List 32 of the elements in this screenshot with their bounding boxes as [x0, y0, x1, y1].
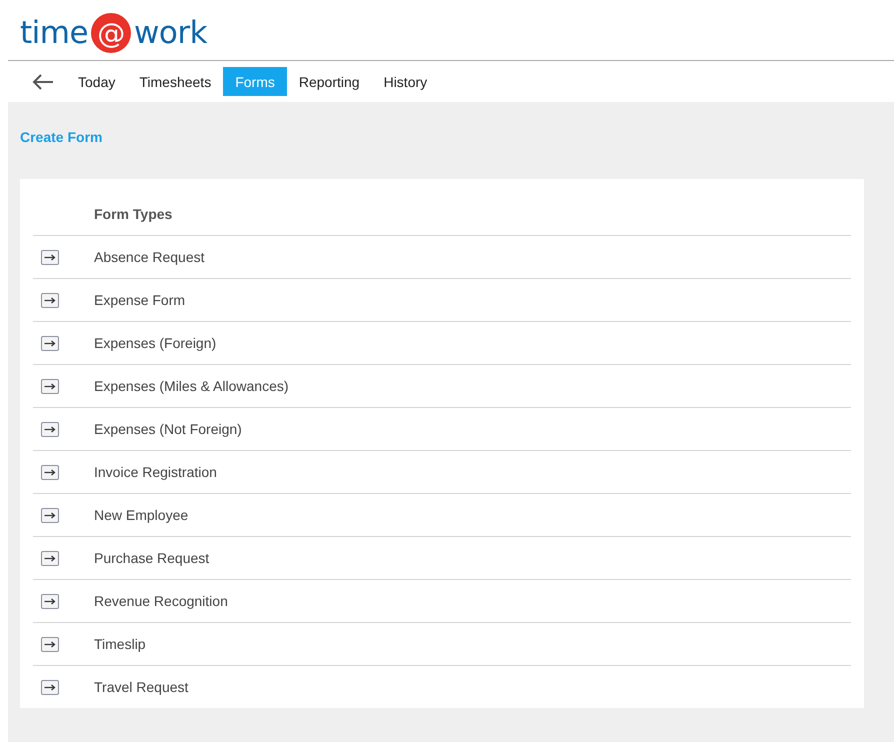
logo-text: time: [20, 15, 88, 51]
arrow-box-icon[interactable]: [41, 508, 59, 522]
arrow-box-icon[interactable]: [41, 594, 59, 608]
arrow-box-icon[interactable]: [41, 250, 59, 264]
form-type-name[interactable]: Revenue Recognition: [94, 593, 228, 609]
arrow-box-icon[interactable]: [41, 422, 59, 436]
form-type-name[interactable]: Absence Request: [94, 249, 205, 265]
nav-tab[interactable]: Timesheets: [127, 67, 224, 96]
logo-at-badge: @: [91, 13, 132, 53]
form-type-name[interactable]: Expenses (Not Foreign): [94, 421, 242, 437]
form-type-name[interactable]: New Employee: [94, 507, 188, 523]
nav-tab[interactable]: History: [372, 67, 440, 96]
back-button[interactable]: [32, 74, 54, 90]
nav-tab[interactable]: Today: [66, 67, 128, 96]
column-header: Form Types: [94, 206, 172, 222]
form-type-name[interactable]: Expenses (Foreign): [94, 335, 216, 351]
arrow-box-icon[interactable]: [41, 464, 59, 480]
form-type-name[interactable]: Travel Request: [94, 679, 188, 695]
back-arrow-icon: [32, 74, 54, 90]
arrow-box-icon[interactable]: [41, 680, 59, 694]
arrow-box-icon[interactable]: [41, 292, 59, 308]
form-type-name[interactable]: Expenses (Miles & Allowances): [94, 378, 289, 394]
form-type-name[interactable]: Timeslip: [94, 636, 146, 652]
form-type-name[interactable]: Purchase Request: [94, 550, 210, 566]
arrow-box-icon[interactable]: [41, 378, 59, 394]
arrow-box-icon[interactable]: [41, 636, 59, 652]
logo-text: work: [134, 15, 208, 51]
form-type-name[interactable]: Invoice Registration: [94, 464, 217, 480]
form-type-name[interactable]: Expense Form: [94, 292, 186, 308]
arrow-box-icon[interactable]: [41, 336, 59, 350]
arrow-box-icon[interactable]: [41, 550, 59, 566]
nav-tab[interactable]: Reporting: [286, 67, 372, 96]
